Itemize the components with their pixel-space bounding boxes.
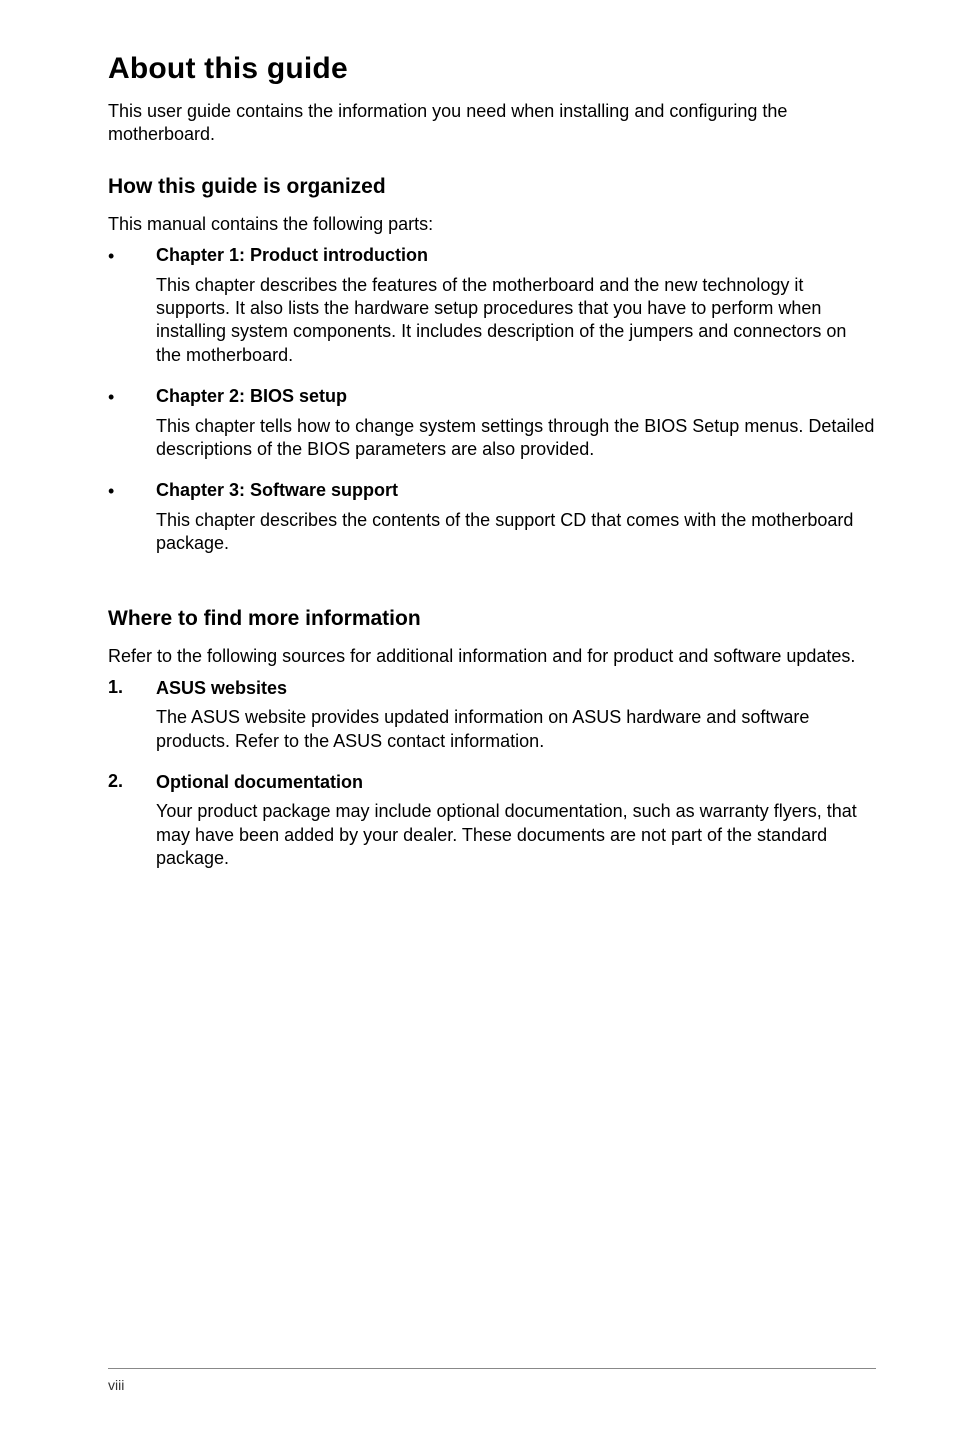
section2-intro: Refer to the following sources for addit… bbox=[108, 645, 876, 668]
list-item: 1. ASUS websites The ASUS website provid… bbox=[108, 677, 876, 763]
list-item: • Chapter 3: Software support This chapt… bbox=[108, 479, 876, 565]
item-content: Chapter 1: Product introduction This cha… bbox=[156, 244, 876, 377]
footer-divider bbox=[108, 1368, 876, 1369]
item-content: Optional documentation Your product pack… bbox=[156, 771, 876, 881]
bullet-icon: • bbox=[108, 479, 156, 565]
chapter3-heading: Chapter 3: Software support bbox=[156, 479, 876, 502]
optional-doc-body: Your product package may include optiona… bbox=[156, 800, 876, 870]
chapter2-heading: Chapter 2: BIOS setup bbox=[156, 385, 876, 408]
list-item: • Chapter 2: BIOS setup This chapter tel… bbox=[108, 385, 876, 471]
list-item: 2. Optional documentation Your product p… bbox=[108, 771, 876, 881]
section-heading-organized: How this guide is organized bbox=[108, 175, 876, 199]
item-content: Chapter 3: Software support This chapter… bbox=[156, 479, 876, 565]
chapter1-heading: Chapter 1: Product introduction bbox=[156, 244, 876, 267]
item-content: Chapter 2: BIOS setup This chapter tells… bbox=[156, 385, 876, 471]
bullet-icon: • bbox=[108, 385, 156, 471]
chapter1-body: This chapter describes the features of t… bbox=[156, 274, 876, 368]
number-bullet: 1. bbox=[108, 677, 156, 763]
optional-doc-heading: Optional documentation bbox=[156, 771, 876, 794]
asus-websites-body: The ASUS website provides updated inform… bbox=[156, 706, 876, 753]
chapter2-body: This chapter tells how to change system … bbox=[156, 415, 876, 462]
chapter3-body: This chapter describes the contents of t… bbox=[156, 509, 876, 556]
section1-intro: This manual contains the following parts… bbox=[108, 213, 876, 236]
bullet-icon: • bbox=[108, 244, 156, 377]
page-number: viii bbox=[108, 1377, 876, 1393]
item-content: ASUS websites The ASUS website provides … bbox=[156, 677, 876, 763]
number-bullet: 2. bbox=[108, 771, 156, 881]
intro-paragraph: This user guide contains the information… bbox=[108, 100, 876, 147]
section-heading-more-info: Where to find more information bbox=[108, 607, 876, 631]
page-title: About this guide bbox=[108, 52, 876, 86]
page-footer: viii bbox=[108, 1368, 876, 1393]
asus-websites-heading: ASUS websites bbox=[156, 677, 876, 700]
list-item: • Chapter 1: Product introduction This c… bbox=[108, 244, 876, 377]
